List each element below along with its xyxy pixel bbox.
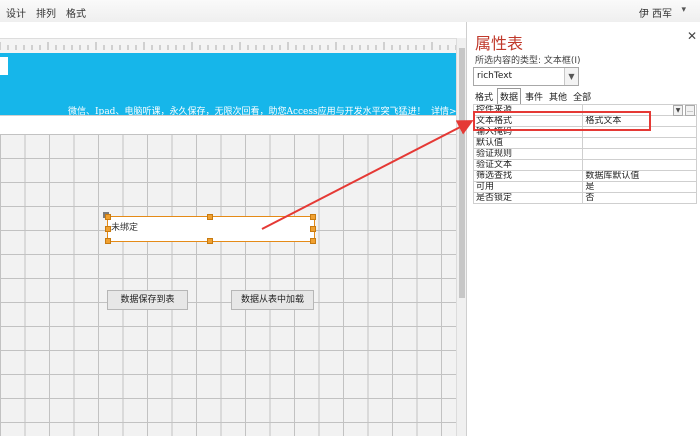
table-row[interactable]: 默认值 bbox=[472, 137, 697, 149]
horizontal-ruler bbox=[0, 38, 456, 54]
table-row[interactable]: 验证文本 bbox=[472, 159, 697, 171]
resize-handle-bottom-left[interactable] bbox=[105, 238, 111, 244]
ruler-ticks bbox=[0, 42, 456, 50]
tab-format[interactable]: 格式 bbox=[66, 5, 86, 20]
property-name: 筛选查找 bbox=[472, 170, 584, 182]
property-value[interactable] bbox=[582, 137, 697, 149]
tab-design[interactable]: 设计 bbox=[6, 5, 26, 20]
tab-format-props[interactable]: 格式 bbox=[473, 89, 495, 104]
textbox-placeholder: 未绑定 bbox=[111, 223, 139, 233]
annotation-highlight-box bbox=[473, 111, 651, 131]
tab-other-props[interactable]: 其他 bbox=[547, 89, 569, 104]
property-name: 验证文本 bbox=[472, 159, 584, 171]
chevron-down-icon[interactable]: ▾ bbox=[681, 5, 686, 15]
property-value[interactable]: 数据库默认值 bbox=[582, 170, 697, 182]
builder-ellipsis-icon[interactable]: … bbox=[685, 105, 695, 116]
detail-section-bar[interactable] bbox=[0, 115, 456, 135]
chevron-down-icon[interactable]: ▼ bbox=[564, 68, 578, 85]
property-name: 验证规则 bbox=[472, 148, 584, 160]
header-logo-box bbox=[0, 57, 8, 75]
resize-handle-top[interactable] bbox=[207, 214, 213, 220]
form-design-surface: 微信、Ipad、电脑听课，永久保存，无限次回看，助您Access应用与开发水平突… bbox=[0, 22, 466, 436]
table-row[interactable]: 验证规则 bbox=[472, 148, 697, 160]
property-name: 可用 bbox=[472, 181, 584, 193]
tab-data-props[interactable]: 数据 bbox=[497, 88, 522, 104]
selection-type-label: 所选内容的类型: 文本框(I) bbox=[475, 56, 581, 66]
resize-handle-bottom-right[interactable] bbox=[310, 238, 316, 244]
property-sheet-title: 属性表 bbox=[475, 34, 524, 53]
scrollbar-thumb[interactable] bbox=[459, 48, 465, 298]
property-name: 是否锁定 bbox=[472, 192, 584, 204]
user-name[interactable]: 伊 西军 bbox=[639, 5, 672, 20]
table-row[interactable]: 是否锁定否 bbox=[472, 192, 697, 204]
property-value[interactable] bbox=[582, 159, 697, 171]
chevron-down-icon[interactable]: ▼ bbox=[673, 105, 683, 116]
resize-handle-bottom[interactable] bbox=[207, 238, 213, 244]
property-value[interactable] bbox=[582, 148, 697, 160]
table-row[interactable]: 可用是 bbox=[472, 181, 697, 193]
close-icon[interactable]: ✕ bbox=[687, 29, 697, 43]
resize-handle-left[interactable] bbox=[105, 226, 111, 232]
ribbon: 设计 排列 格式 伊 西军 ▾ bbox=[0, 0, 700, 23]
control-selector-value: richText bbox=[477, 71, 513, 81]
load-from-table-button[interactable]: 数据从表中加载 bbox=[231, 290, 314, 310]
resize-handle-top-left[interactable] bbox=[105, 214, 111, 220]
table-row[interactable]: 筛选查找 数据库默认值 bbox=[472, 170, 697, 182]
tab-event-props[interactable]: 事件 bbox=[523, 89, 545, 104]
detail-section-grid[interactable] bbox=[0, 134, 456, 436]
tab-all-props[interactable]: 全部 bbox=[571, 89, 593, 104]
property-value[interactable]: 否 bbox=[582, 192, 697, 204]
resize-handle-top-right[interactable] bbox=[310, 214, 316, 220]
property-tabs: 格式 数据 事件 其他 全部 bbox=[473, 88, 595, 104]
vertical-scrollbar[interactable] bbox=[456, 38, 466, 436]
tab-arrange[interactable]: 排列 bbox=[36, 5, 56, 20]
property-value[interactable]: 是 bbox=[582, 181, 697, 193]
property-name: 默认值 bbox=[472, 137, 584, 149]
resize-handle-right[interactable] bbox=[310, 226, 316, 232]
save-to-table-button[interactable]: 数据保存到表 bbox=[107, 290, 188, 310]
control-selector[interactable]: richText ▼ bbox=[473, 67, 579, 86]
property-sheet: 属性表 ✕ 所选内容的类型: 文本框(I) richText ▼ 格式 数据 事件其… bbox=[466, 22, 700, 436]
